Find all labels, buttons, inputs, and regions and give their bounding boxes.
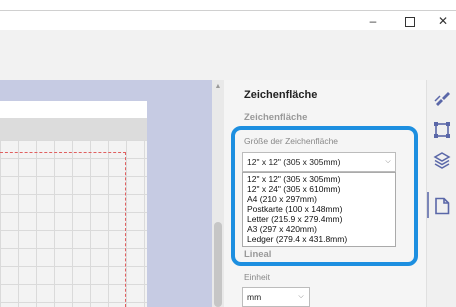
title-divider xyxy=(0,10,456,11)
toolbar xyxy=(0,30,456,80)
mat-boundary xyxy=(0,152,126,307)
active-tab-indicator xyxy=(427,192,429,218)
chevron-down-icon[interactable]: ⌵ xyxy=(294,288,308,306)
tool-sidebar xyxy=(426,80,456,307)
close-button[interactable]: ✕ xyxy=(428,12,456,30)
minimize-button[interactable]: – xyxy=(358,12,388,30)
unit-label: Einheit xyxy=(244,272,270,282)
maximize-icon xyxy=(405,16,415,27)
panel-title: Zeichenfläche xyxy=(244,89,318,101)
highlight-box xyxy=(231,126,418,266)
layers-icon[interactable] xyxy=(433,151,451,169)
crop-icon[interactable] xyxy=(433,121,451,139)
scroll-thumb[interactable] xyxy=(214,222,222,307)
page-icon[interactable] xyxy=(433,197,451,215)
maximize-button[interactable] xyxy=(395,12,425,30)
ruler xyxy=(0,118,147,141)
brush-icon[interactable] xyxy=(433,89,451,107)
scroll-up-arrow-icon[interactable]: ▲ xyxy=(212,82,224,92)
section-title: Zeichenfläche xyxy=(244,112,308,123)
